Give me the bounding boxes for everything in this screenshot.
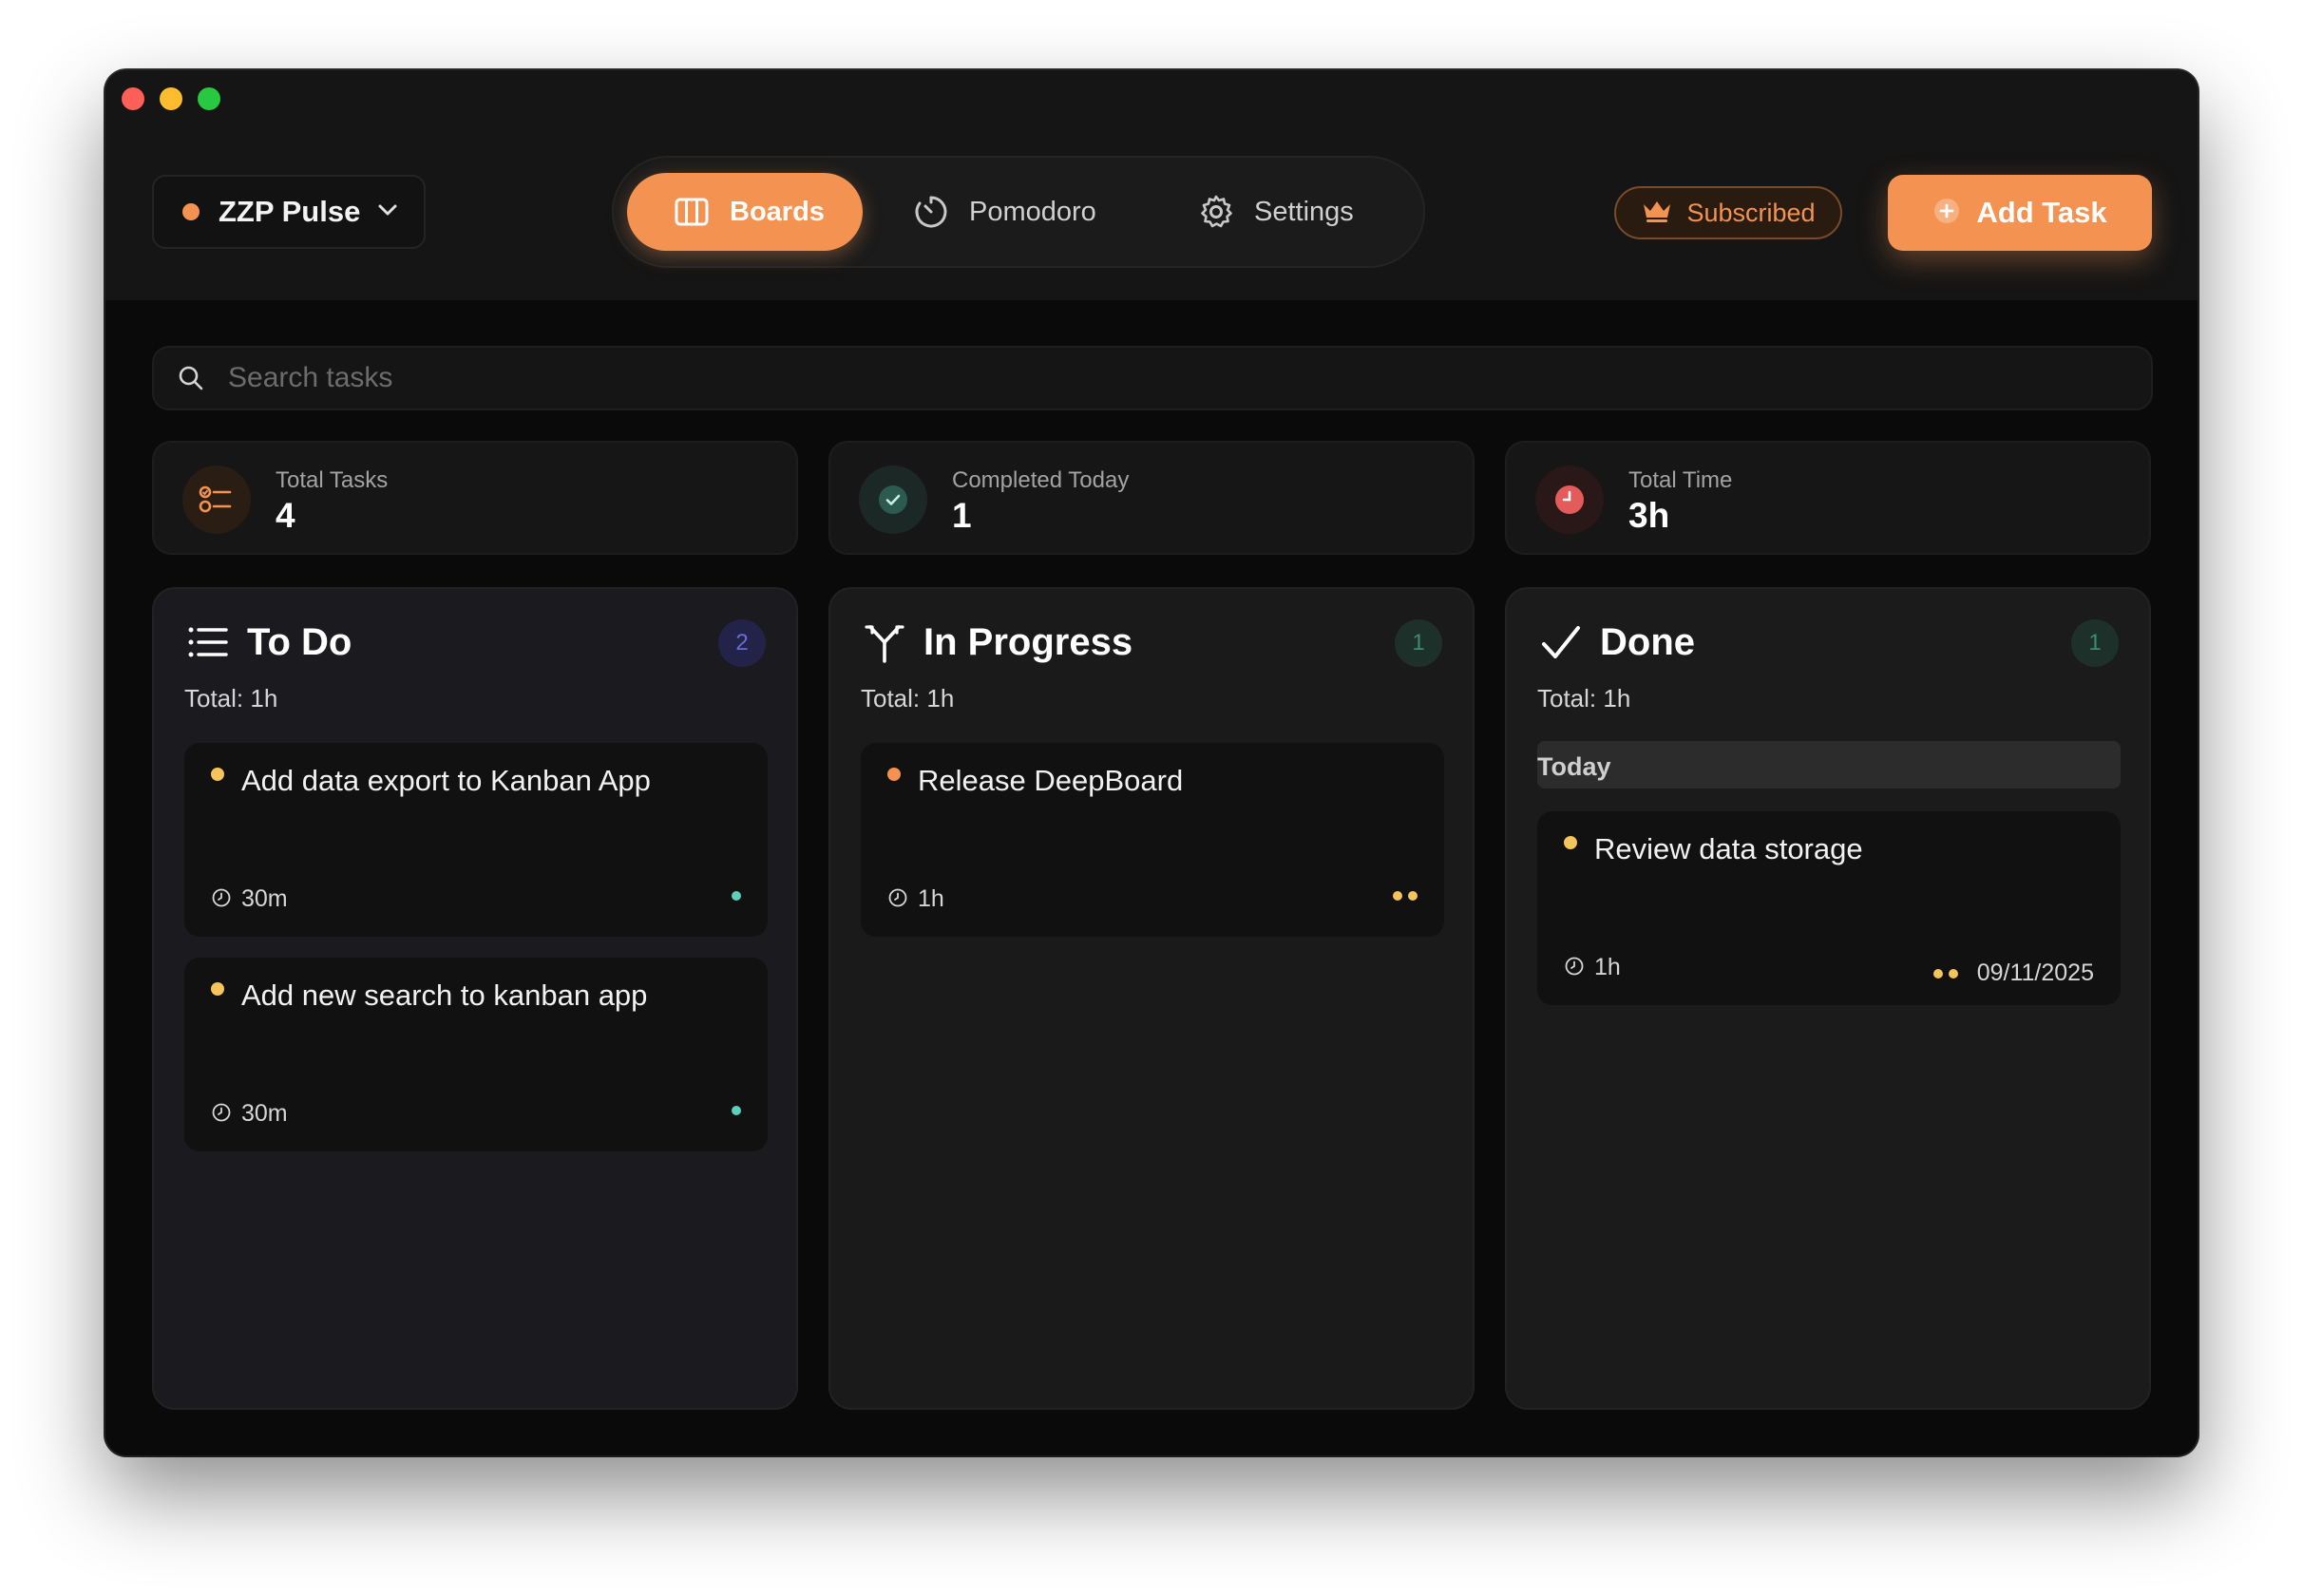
app-window: ZZP Pulse Boards Pomodoro Settings Subsc… — [105, 70, 2198, 1455]
tab-boards-label: Boards — [730, 196, 825, 227]
priority-dot — [211, 982, 224, 996]
tab-pomodoro[interactable]: Pomodoro — [912, 173, 1102, 251]
stat-value: 4 — [276, 496, 295, 535]
column-title: Done — [1600, 621, 1695, 663]
priority-dot — [211, 768, 224, 781]
task-title: Add data export to Kanban App — [241, 764, 651, 797]
status-dot — [732, 891, 741, 901]
stat-completed-today: Completed Today 1 — [828, 441, 1475, 555]
task-title: Review data storage — [1594, 832, 1863, 865]
stat-label: Total Tasks — [276, 467, 389, 493]
checkmark-icon — [1539, 621, 1583, 665]
priority-dot — [887, 768, 901, 781]
workspace-switcher[interactable]: ZZP Pulse — [152, 175, 426, 249]
status-dot — [1393, 891, 1402, 901]
clock-icon — [887, 887, 908, 908]
search-icon — [177, 364, 205, 392]
close-window-button[interactable] — [122, 87, 144, 110]
crown-icon — [1641, 199, 1673, 228]
stat-total-tasks: Total Tasks 4 — [152, 441, 798, 555]
columns-icon — [673, 193, 711, 231]
priority-dot — [1564, 836, 1577, 849]
column-title: To Do — [247, 621, 352, 663]
status-dot — [1948, 968, 1958, 978]
workspace-color-dot — [182, 203, 200, 220]
tab-pomodoro-label: Pomodoro — [969, 196, 1096, 227]
timer-icon — [912, 193, 950, 231]
search-bar — [152, 346, 2153, 410]
column-count-badge: 1 — [2071, 619, 2119, 667]
group-header-today: Today — [1537, 741, 2121, 788]
search-input[interactable] — [226, 361, 2151, 395]
minimize-window-button[interactable] — [160, 87, 182, 110]
column-count-badge: 1 — [1395, 619, 1442, 667]
task-card[interactable]: Review data storage 1h 09/11/2025 — [1537, 811, 2121, 1005]
task-card[interactable]: Release DeepBoard 1h — [861, 743, 1444, 937]
status-indicator — [732, 1106, 741, 1115]
task-time: 1h — [918, 885, 944, 912]
workspace-name: ZZP Pulse — [219, 195, 361, 228]
task-card[interactable]: Add new search to kanban app 30m — [184, 958, 768, 1151]
column-total: Total: 1h — [1537, 684, 1631, 712]
chevron-down-icon — [377, 203, 398, 221]
status-dot — [1932, 968, 1943, 978]
check-circle-icon — [859, 466, 927, 534]
task-title: Release DeepBoard — [918, 764, 1184, 797]
tab-settings[interactable]: Settings — [1197, 173, 1387, 251]
column-total: Total: 1h — [184, 684, 278, 712]
add-task-label: Add Task — [1976, 196, 2107, 229]
task-card[interactable]: Add data export to Kanban App 30m — [184, 743, 768, 937]
checklist-icon — [182, 466, 251, 534]
clock-icon — [1535, 466, 1604, 534]
stat-total-time: Total Time 3h — [1505, 441, 2151, 555]
branch-icon — [863, 621, 906, 665]
list-icon — [186, 621, 230, 665]
status-indicator — [1393, 891, 1418, 901]
clock-icon — [211, 887, 232, 908]
column-in-progress: In Progress 1 Total: 1h Release DeepBoar… — [828, 587, 1475, 1410]
main-tabs: Boards Pomodoro Settings — [612, 156, 1425, 268]
header-bar: ZZP Pulse Boards Pomodoro Settings Subsc… — [105, 70, 2198, 300]
task-title: Add new search to kanban app — [241, 978, 648, 1012]
status-indicator — [732, 891, 741, 901]
column-count-badge: 2 — [718, 619, 766, 667]
stat-value: 3h — [1628, 496, 1670, 535]
task-time: 30m — [241, 1100, 288, 1127]
stat-label: Completed Today — [952, 467, 1130, 493]
clock-icon — [1564, 956, 1585, 977]
zoom-window-button[interactable] — [198, 87, 220, 110]
subscribed-label: Subscribed — [1686, 198, 1816, 227]
status-indicator: 09/11/2025 — [1932, 960, 2094, 987]
stat-label: Total Time — [1628, 467, 1733, 493]
status-dot — [732, 1106, 741, 1115]
task-time: 1h — [1594, 954, 1621, 980]
column-total: Total: 1h — [861, 684, 955, 712]
gear-icon — [1197, 193, 1235, 231]
add-task-button[interactable]: Add Task — [1888, 175, 2152, 251]
column-todo: To Do 2 Total: 1h Add data export to Kan… — [152, 587, 798, 1410]
column-title: In Progress — [923, 621, 1133, 663]
group-label: Today — [1537, 752, 1611, 781]
status-dot — [1408, 891, 1418, 901]
task-time: 30m — [241, 885, 288, 912]
subscribed-badge[interactable]: Subscribed — [1614, 186, 1842, 239]
plus-circle-icon — [1932, 197, 1961, 230]
stat-value: 1 — [952, 496, 972, 535]
task-date: 09/11/2025 — [1976, 960, 2094, 986]
clock-icon — [211, 1102, 232, 1123]
tab-settings-label: Settings — [1254, 196, 1354, 227]
tab-boards[interactable]: Boards — [627, 173, 863, 251]
column-done: Done 1 Total: 1h Today Review data stora… — [1505, 587, 2151, 1410]
